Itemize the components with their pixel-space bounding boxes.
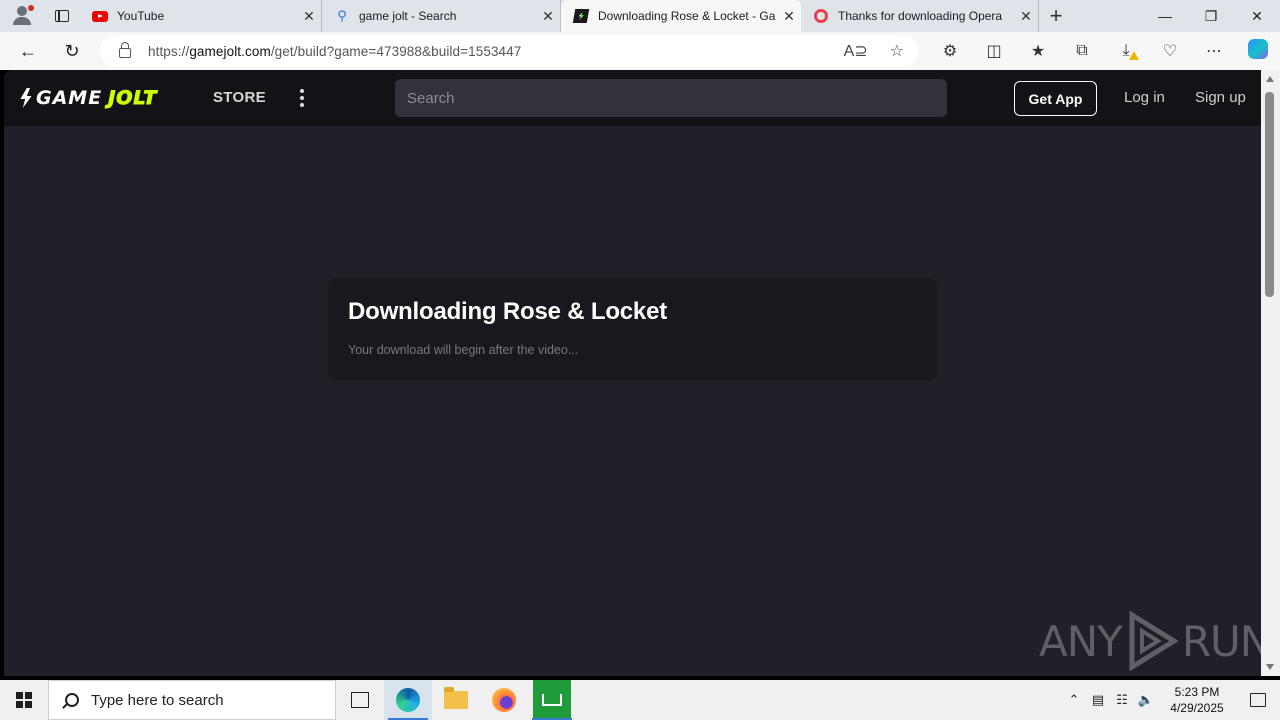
close-window-icon[interactable]: ✕ <box>1234 0 1280 32</box>
minimize-icon[interactable]: — <box>1142 0 1188 32</box>
site-header: GAMEJOLT STORE Get App Log in Sign up <box>4 70 1261 126</box>
start-button[interactable] <box>0 680 48 720</box>
page-scrollbar[interactable] <box>1261 70 1280 676</box>
tab-opera-download[interactable]: Thanks for downloading Opera ✕ <box>801 0 1039 32</box>
download-title: Downloading Rose & Locket <box>348 298 668 325</box>
system-clock[interactable]: 5:23 PM 4/29/2025 <box>1158 684 1236 716</box>
edge-icon <box>396 688 420 712</box>
new-tab-button[interactable]: + <box>1039 0 1073 32</box>
profile-avatar-icon[interactable] <box>0 0 44 32</box>
address-bar[interactable]: https://gamejolt.com/get/build?game=4739… <box>100 35 918 67</box>
taskbar-search[interactable]: Type here to search <box>48 680 336 720</box>
scroll-down-icon[interactable] <box>1266 664 1274 670</box>
windows-icon <box>16 692 32 708</box>
search-input[interactable] <box>395 79 947 117</box>
window-controls: — ❐ ✕ <box>1142 0 1280 32</box>
notification-icon <box>1250 693 1266 707</box>
close-tab-icon[interactable]: ✕ <box>536 8 560 25</box>
tab-youtube[interactable]: YouTube ✕ <box>80 0 322 32</box>
taskbar-search-placeholder: Type here to search <box>91 691 224 709</box>
folder-icon <box>444 687 468 709</box>
network-icon[interactable]: ☷ <box>1110 692 1134 708</box>
split-screen-icon[interactable]: ◫ <box>972 41 1016 61</box>
taskbar-installer[interactable] <box>528 680 576 720</box>
site-search[interactable] <box>395 79 947 117</box>
bolt-icon <box>20 88 32 108</box>
play-icon <box>1129 611 1178 671</box>
gamejolt-icon <box>572 8 590 24</box>
downloads-icon[interactable]: ⤓ <box>1104 42 1148 60</box>
taskbar-edge[interactable] <box>384 680 432 720</box>
login-link[interactable]: Log in <box>1124 89 1165 106</box>
taskbar-firefox[interactable] <box>480 680 528 720</box>
task-view-button[interactable] <box>336 680 384 720</box>
scroll-up-icon[interactable] <box>1266 76 1274 82</box>
tab-actions-icon[interactable] <box>44 0 80 32</box>
restore-icon[interactable]: ❐ <box>1188 0 1234 32</box>
tab-title: YouTube <box>117 9 165 23</box>
anyrun-watermark: ANY RUN <box>1039 610 1261 672</box>
warning-icon <box>1129 51 1139 60</box>
tab-downloading-rose-locket[interactable]: Downloading Rose & Locket - Ga ✕ <box>561 0 801 32</box>
lock-icon[interactable] <box>119 42 131 58</box>
browser-toolbar: ← ↻ https://gamejolt.com/get/build?game=… <box>0 32 1280 70</box>
close-tab-icon[interactable]: ✕ <box>297 8 321 25</box>
notifications-button[interactable] <box>1236 693 1280 707</box>
tab-title: Downloading Rose & Locket - Ga <box>598 9 776 23</box>
get-app-button[interactable]: Get App <box>1014 81 1097 116</box>
browser-essentials-icon[interactable]: ♡ <box>1148 41 1192 61</box>
search-icon: ⚲ <box>337 8 347 23</box>
tab-title: game jolt - Search <box>359 9 457 23</box>
url-text[interactable]: https://gamejolt.com/get/build?game=4739… <box>148 44 521 59</box>
more-menu-icon[interactable] <box>300 89 304 107</box>
download-card: Downloading Rose & Locket Your download … <box>328 278 937 380</box>
windows-taskbar: Type here to search ⌃ ▤ ☷ 🔈 5:23 PM 4/29… <box>0 680 1280 720</box>
clock-time: 5:23 PM <box>1174 685 1220 699</box>
more-options-icon[interactable]: ⋯ <box>1192 41 1236 61</box>
gamejolt-logo[interactable]: GAME JOLT <box>18 87 157 110</box>
scroll-thumb[interactable] <box>1265 92 1274 297</box>
favorites-icon[interactable]: ★ <box>1016 41 1060 61</box>
back-icon[interactable]: ← <box>6 32 50 70</box>
firefox-icon <box>492 688 516 712</box>
youtube-icon <box>92 8 108 24</box>
opera-icon <box>813 8 829 24</box>
search-icon <box>65 693 79 707</box>
extensions-icon[interactable]: ⚙ <box>928 41 972 61</box>
close-tab-icon[interactable]: ✕ <box>1014 8 1038 25</box>
taskbar-file-explorer[interactable] <box>432 680 480 720</box>
task-view-icon <box>351 692 369 708</box>
download-subtitle: Your download will begin after the video… <box>348 343 579 357</box>
copilot-icon[interactable] <box>1236 38 1280 64</box>
close-tab-icon[interactable]: ✕ <box>777 8 801 25</box>
tab-game-jolt-search[interactable]: ⚲ game jolt - Search ✕ <box>322 0 561 32</box>
browser-tab-strip: YouTube ✕ ⚲ game jolt - Search ✕ Downloa… <box>0 0 1280 32</box>
collections-icon[interactable]: ⧉ <box>1060 42 1104 60</box>
read-aloud-icon[interactable]: A⊇ <box>844 41 868 61</box>
tray-device-icon[interactable]: ▤ <box>1086 692 1110 708</box>
refresh-icon[interactable]: ↻ <box>50 32 94 70</box>
favorite-star-icon[interactable]: ☆ <box>890 41 904 61</box>
clock-date: 4/29/2025 <box>1170 701 1224 715</box>
tray-chevron-icon[interactable]: ⌃ <box>1062 692 1086 708</box>
volume-icon[interactable]: 🔈 <box>1134 692 1158 708</box>
nav-store-link[interactable]: STORE <box>213 89 266 106</box>
tab-title: Thanks for downloading Opera <box>838 9 1003 23</box>
signup-link[interactable]: Sign up <box>1195 89 1246 106</box>
page-viewport: GAMEJOLT STORE Get App Log in Sign up Do… <box>4 70 1261 676</box>
installer-icon <box>533 680 571 720</box>
